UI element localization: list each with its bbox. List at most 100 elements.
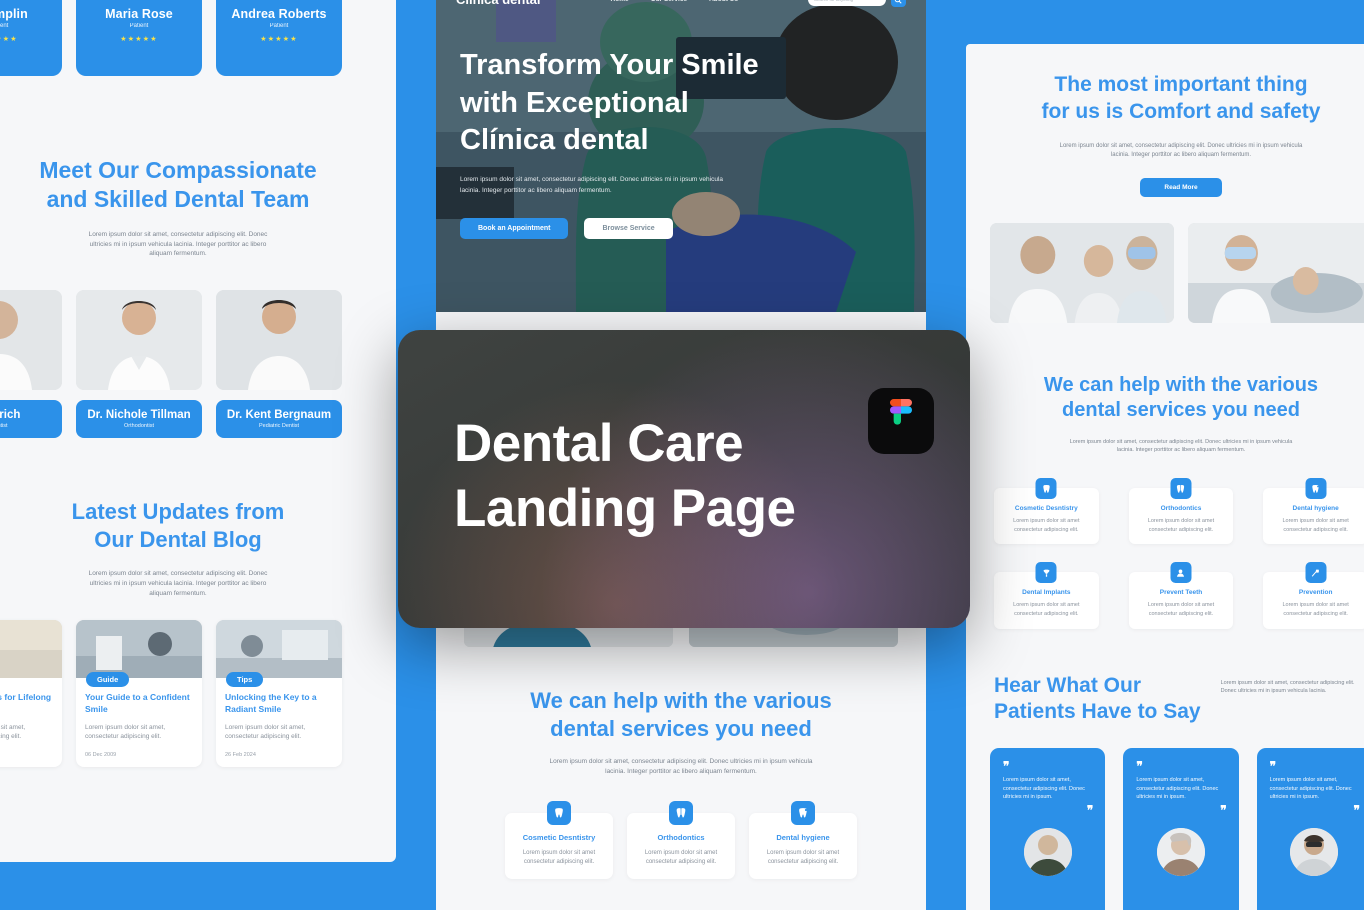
blog-tag[interactable]: Tips — [226, 672, 264, 687]
blog-card[interactable]: Health Essential Tips for Lifelong Denta… — [0, 620, 62, 768]
hero-title-line2: with Exceptional — [460, 86, 689, 119]
figma-glyph — [890, 399, 912, 425]
figma-logo — [868, 388, 934, 454]
search-input[interactable]: Search for anything — [807, 0, 886, 6]
service-desc: Lorem ipsum dolor sit amet consectetur a… — [522, 849, 596, 866]
comfort-image — [990, 222, 1174, 323]
browse-service-button[interactable]: Browse Service — [584, 218, 673, 240]
doctor-name-badge[interactable]: Dietrich Dentist — [0, 400, 62, 438]
rating-stars: ★★★★★ — [120, 36, 158, 43]
person-icon — [1170, 562, 1192, 584]
dental-tool-glyph — [1311, 569, 1319, 577]
person-photo — [1156, 827, 1205, 876]
service-card[interactable]: Prevent Teeth Lorem ipsum dolor sit amet… — [1128, 562, 1234, 629]
avatar — [1156, 827, 1205, 876]
blog-image: Guide — [76, 620, 202, 687]
testimonial-card[interactable]: Andrea Roberts Patient ★★★★★ — [216, 0, 342, 76]
blog-card-grid: Health Essential Tips for Lifelong Denta… — [0, 620, 342, 768]
team-lorem: Lorem ipsum dolor sit amet, consectetur … — [88, 230, 268, 258]
teeth-icon — [1170, 478, 1192, 500]
doctor-photo — [0, 290, 62, 390]
blog-tag[interactable]: Guide — [86, 672, 130, 687]
blog-date: 12 Jan 2024 — [0, 752, 53, 758]
service-card[interactable]: Cosmetic Desntistry Lorem ipsum dolor si… — [994, 478, 1099, 545]
search-button[interactable] — [890, 0, 906, 7]
hero-title: Transform Your Smile with Exceptional Cl… — [436, 7, 926, 160]
blog-title[interactable]: Unlocking the Key to a Radiant Smile — [225, 691, 333, 716]
service-name: Cosmetic Desntistry — [1014, 505, 1078, 513]
blog-desc: Lorem ipsum dolor sit amet, consectetur … — [85, 723, 166, 741]
cover-title: Dental Care Landing Page — [454, 412, 796, 541]
blog-title[interactable]: Your Guide to a Confident Smile — [85, 691, 193, 716]
testimonials-heading-line2: Patients Have to Say — [994, 700, 1201, 724]
service-name: Prevention — [1298, 589, 1333, 597]
doctor-card[interactable]: Dietrich Dentist — [0, 290, 62, 438]
rating-stars: ★★★★★ — [260, 36, 298, 43]
service-desc: Lorem ipsum dolor sit amet consectetur a… — [1282, 602, 1349, 617]
blog-card[interactable]: Guide Your Guide to a Confident Smile Lo… — [76, 620, 202, 768]
testimonial-card[interactable]: Champlin Patient ★★★★★ — [0, 0, 62, 76]
blog-card[interactable]: Tips Unlocking the Key to a Radiant Smil… — [216, 620, 342, 768]
doctor-name: Dietrich — [0, 409, 21, 421]
service-card[interactable]: Orthodontics Lorem ipsum dolor sit amet … — [1128, 478, 1234, 545]
team-heading: Meet Our Compassionate and Skilled Denta… — [0, 156, 396, 215]
doctor-name: Dr. Nichole Tillman — [87, 409, 191, 421]
person-glyph — [1177, 569, 1185, 577]
nav-item-home[interactable]: Home — [611, 0, 629, 3]
service-name: Cosmetic Desntistry — [522, 832, 596, 842]
left-screen-panel: Champlin Patient ★★★★★ Maria Rose Patien… — [0, 0, 396, 862]
read-more-button[interactable]: Read More — [1140, 177, 1222, 197]
dentists-photo — [990, 222, 1174, 323]
quote-text: Lorem ipsum dolor sit amet, consectetur … — [1136, 776, 1219, 801]
doctor-specialty: Pediatric Dentist — [258, 423, 300, 429]
testimonial-name: Maria Rose — [105, 7, 173, 21]
comfort-lorem: Lorem ipsum dolor sit amet, consectetur … — [1059, 142, 1303, 158]
nav-item-about-us[interactable]: About Us — [709, 0, 738, 3]
right-services-heading-line1: We can help with the various — [1043, 373, 1319, 396]
service-card[interactable]: Prevention Lorem ipsum dolor sit amet co… — [1263, 562, 1364, 629]
poster-canvas: Champlin Patient ★★★★★ Maria Rose Patien… — [0, 0, 1364, 910]
service-card[interactable]: Orthodontics Lorem ipsum dolor sit amet … — [627, 800, 735, 880]
doctor-name-badge[interactable]: Dr. Kent Bergnaum Pediatric Dentist — [216, 400, 342, 438]
person-photo — [1290, 827, 1339, 876]
right-screen-panel: The most important thing for us is Comfo… — [966, 44, 1364, 910]
rating-stars: ★★★★★ — [0, 36, 18, 43]
service-desc: Lorem ipsum dolor sit amet consectetur a… — [1147, 602, 1215, 617]
services-heading: We can help with the various dental serv… — [436, 687, 926, 743]
service-card[interactable]: Dental hygiene Lorem ipsum dolor sit ame… — [749, 800, 857, 880]
right-services-heading-line2: dental services you need — [1062, 399, 1300, 422]
blog-heading: Latest Updates from Our Dental Blog — [0, 498, 396, 554]
doctor-specialty: Dentist — [0, 423, 8, 429]
service-card[interactable]: Dental hygiene Lorem ipsum dolor sit ame… — [1263, 478, 1364, 545]
doctor-card[interactable]: Dr. Kent Bergnaum Pediatric Dentist — [216, 290, 342, 438]
tooth-clean-glyph — [799, 807, 808, 818]
quote-card[interactable]: ❞ Lorem ipsum dolor sit amet, consectetu… — [1123, 748, 1239, 910]
brand-logo[interactable]: Clínica dental — [456, 0, 541, 7]
blog-body: Unlocking the Key to a Radiant Smile Lor… — [216, 678, 342, 767]
blog-title[interactable]: Essential Tips for Lifelong Dental Healt… — [0, 691, 53, 716]
book-appointment-button[interactable]: Book an Appointment — [460, 218, 569, 240]
service-card[interactable]: Dental Implants Lorem ipsum dolor sit am… — [994, 562, 1099, 629]
service-name: Dental hygiene — [1292, 505, 1339, 513]
service-name: Prevent Teeth — [1159, 589, 1203, 597]
service-card[interactable]: Cosmetic Desntistry Lorem ipsum dolor si… — [505, 800, 613, 880]
nav-item-our-service[interactable]: Our Service — [651, 0, 688, 3]
doctor-card[interactable]: Dr. Nichole Tillman Orthodontist — [76, 290, 202, 438]
blog-lorem: Lorem ipsum dolor sit amet, consectetur … — [88, 570, 268, 597]
services-heading-line1: We can help with the various — [530, 688, 832, 713]
blog-desc: Lorem ipsum dolor sit amet, consectetur … — [0, 723, 26, 741]
quote-card[interactable]: ❞ Lorem ipsum dolor sit amet, consectetu… — [990, 748, 1106, 910]
quote-close-icon: ❞ — [1220, 803, 1226, 818]
hero-content: Clínica dental Home Our Service About Us… — [436, 0, 926, 240]
testimonial-name: Champlin — [0, 7, 28, 21]
doctor-name-badge[interactable]: Dr. Nichole Tillman Orthodontist — [76, 400, 202, 438]
testimonial-card[interactable]: Maria Rose Patient ★★★★★ — [76, 0, 202, 76]
quote-open-icon: ❞ — [1003, 759, 1009, 774]
hero-lorem: Lorem ipsum dolor sit amet, consectetur … — [460, 176, 723, 195]
blog-date: 06 Dec 2009 — [85, 752, 117, 759]
tooth-icon — [1035, 478, 1057, 500]
service-name: Dental hygiene — [776, 832, 830, 842]
treatment-photo — [1188, 222, 1364, 323]
quote-card[interactable]: ❞ Lorem ipsum dolor sit amet, consectetu… — [1256, 748, 1364, 910]
cover-title-line1: Dental Care — [454, 414, 744, 473]
